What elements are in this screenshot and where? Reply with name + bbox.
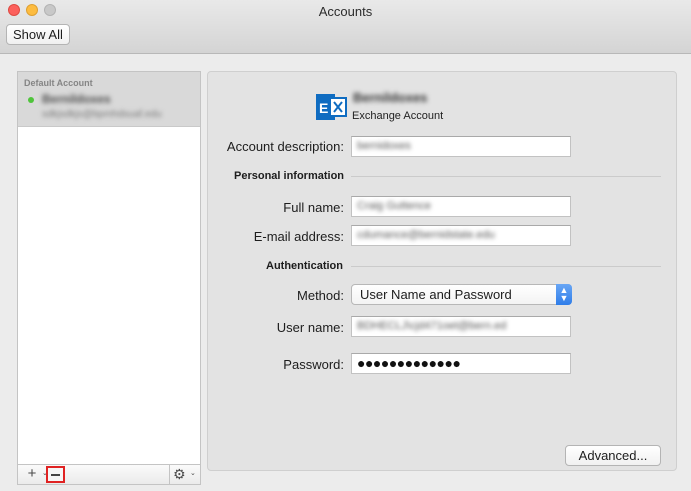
- authentication-heading: Authentication: [266, 260, 343, 272]
- gear-icon: ⚙: [173, 466, 186, 482]
- toolbar-divider: [169, 465, 170, 484]
- section-divider: [351, 266, 661, 267]
- user-name-label: User name:: [276, 320, 344, 335]
- account-description-label: Account description:: [226, 139, 344, 154]
- account-list[interactable]: Default Account Bernildoxes sdkjsdkjs@bp…: [17, 71, 201, 465]
- password-field[interactable]: ●●●●●●●●●●●●●: [351, 353, 571, 374]
- account-detail-panel: E Bernildoxes Exchange Account Account d…: [207, 71, 677, 471]
- user-name-field[interactable]: BDHECLJ\cjd471oet@bern.ed: [351, 316, 571, 337]
- remove-account-button[interactable]: [46, 466, 65, 483]
- full-name-value: Craig Guttence: [357, 200, 431, 212]
- up-down-chevron-icon: ▲ ▼: [556, 284, 572, 305]
- full-name-field[interactable]: Craig Guttence: [351, 196, 571, 217]
- account-description-field[interactable]: bernidoxes: [351, 136, 571, 157]
- user-name-value: BDHECLJ\cjd471oet@bern.ed: [357, 320, 507, 332]
- account-email: sdkjsdkjs@bpmhdsuaf.edu: [42, 109, 162, 120]
- email-address-label: E-mail address:: [253, 229, 344, 244]
- account-list-toolbar: + ⌄ ⚙ ⌄: [17, 465, 201, 485]
- full-name-label: Full name:: [283, 200, 344, 215]
- section-divider: [351, 176, 661, 177]
- plus-icon: +: [27, 465, 37, 482]
- window-title: Accounts: [318, 4, 373, 19]
- chevron-down-icon[interactable]: ⌄: [190, 469, 196, 477]
- add-account-button[interactable]: +: [20, 466, 44, 483]
- online-status-icon: [28, 97, 34, 103]
- account-list-item[interactable]: Default Account Bernildoxes sdkjsdkjs@bp…: [18, 72, 200, 127]
- account-title: Bernildoxes: [353, 90, 428, 105]
- account-name: Bernildoxes: [42, 92, 111, 106]
- authentication-method-value: User Name and Password: [360, 287, 512, 302]
- advanced-button[interactable]: Advanced...: [565, 445, 661, 466]
- account-type: Exchange Account: [352, 110, 444, 122]
- account-group-label: Default Account: [24, 78, 93, 88]
- authentication-method-select[interactable]: User Name and Password ▲ ▼: [351, 284, 572, 305]
- personal-information-heading: Personal information: [234, 170, 345, 182]
- method-label: Method:: [297, 288, 344, 303]
- account-description-value: bernidoxes: [357, 140, 411, 152]
- email-address-field[interactable]: cdumance@bernidstate.edu: [351, 225, 571, 246]
- exchange-logo-icon: E: [316, 94, 347, 120]
- svg-text:E: E: [319, 100, 328, 116]
- window-titlebar: Accounts Show All: [0, 0, 691, 54]
- email-address-value: cdumance@bernidstate.edu: [357, 229, 495, 241]
- show-all-button[interactable]: Show All: [6, 24, 70, 45]
- password-value: ●●●●●●●●●●●●●: [357, 355, 461, 371]
- password-label: Password:: [283, 357, 344, 372]
